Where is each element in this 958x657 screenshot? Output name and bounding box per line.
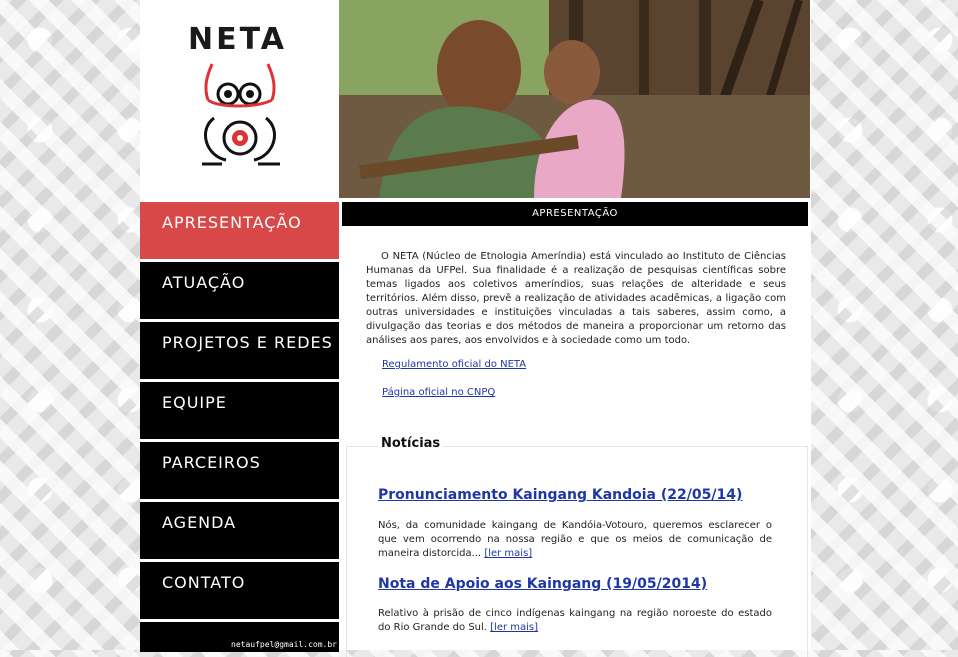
intro-paragraph: O NETA (Núcleo de Etnologia Ameríndia) e… <box>366 251 786 346</box>
news-item-text: Nós, da comunidade kaingang de Kandóia-V… <box>378 520 772 559</box>
nav-item-label: AGENDA <box>162 513 237 532</box>
nav-item-label: EQUIPE <box>162 393 227 412</box>
main-nav: APRESENTAÇÃO ATUAÇÃO PROJETOS E REDES EQ… <box>140 202 339 652</box>
nav-item-contato[interactable]: CONTATO <box>140 562 339 619</box>
nav-item-equipe[interactable]: EQUIPE <box>140 382 339 439</box>
nav-item-label: PROJETOS E REDES <box>162 333 333 352</box>
read-more-link[interactable]: [ler mais] <box>490 622 538 633</box>
news-item-headline[interactable]: Nota de Apoio aos Kaingang (19/05/2014) <box>378 576 707 592</box>
logo-figure-icon <box>202 63 280 166</box>
nav-item-apresentacao[interactable]: APRESENTAÇÃO <box>140 202 339 259</box>
news-item-body: Relativo à prisão de cinco indígenas kai… <box>378 607 772 635</box>
news-item-headline[interactable]: Pronunciamento Kaingang Kandoia (22/05/1… <box>378 487 742 503</box>
read-more-link[interactable]: [ler mais] <box>484 548 532 559</box>
section-title: APRESENTAÇÃO <box>342 202 808 226</box>
nav-item-label: ATUAÇÃO <box>162 273 246 292</box>
page-container: NETA APRESENTAÇÃO ATUAÇÃO PROJETOS E RED… <box>140 0 811 657</box>
nav-item-label: CONTATO <box>162 573 246 592</box>
logo-text: NETA <box>188 22 287 57</box>
nav-item-projetos-e-redes[interactable]: PROJETOS E REDES <box>140 322 339 379</box>
header-photo <box>339 0 810 198</box>
site-logo[interactable]: NETA <box>140 0 338 198</box>
regulamento-link[interactable]: Regulamento oficial do NETA <box>382 359 526 370</box>
contact-email-link[interactable]: netaufpel@gmail.com.br <box>231 640 337 649</box>
nav-item-parceiros[interactable]: PARCEIROS <box>140 442 339 499</box>
news-item-text: Relativo à prisão de cinco indígenas kai… <box>378 608 772 633</box>
cnpq-link[interactable]: Página oficial no CNPQ <box>382 387 495 398</box>
nav-item-label: APRESENTAÇÃO <box>162 213 302 232</box>
news-item-body: Nós, da comunidade kaingang de Kandóia-V… <box>378 519 772 561</box>
nav-item-agenda[interactable]: AGENDA <box>140 502 339 559</box>
nav-footer: netaufpel@gmail.com.br <box>140 622 339 652</box>
main-content: APRESENTAÇÃO O NETA (Núcleo de Etnologia… <box>342 202 810 657</box>
nav-item-atuacao[interactable]: ATUAÇÃO <box>140 262 339 319</box>
news-heading: Notícias <box>378 436 444 451</box>
nav-item-label: PARCEIROS <box>162 453 261 472</box>
